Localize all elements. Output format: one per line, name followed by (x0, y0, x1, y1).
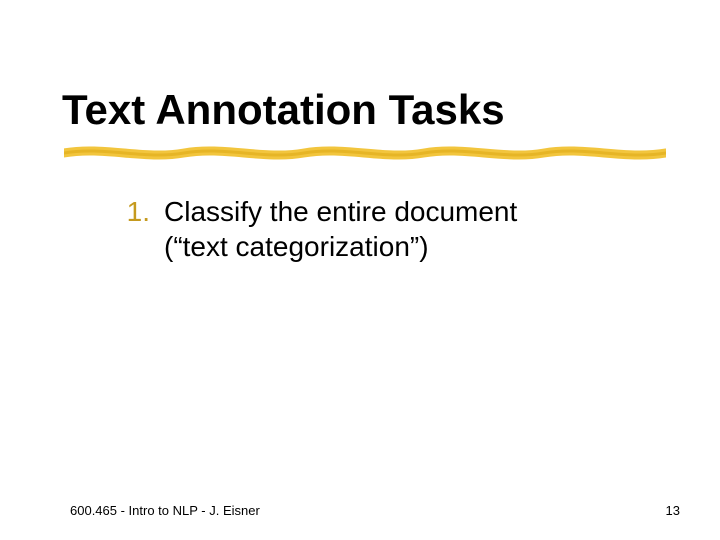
list-text-line2: (“text categorization”) (164, 231, 429, 262)
list-number: 1. (120, 194, 150, 229)
list-text-line1: Classify the entire document (164, 196, 517, 227)
title-underline (64, 142, 666, 164)
list-text: Classify the entire document (“text cate… (164, 194, 517, 264)
list-item: 1. Classify the entire document (“text c… (120, 194, 620, 264)
slide: Text Annotation Tasks 1. Classify the en… (0, 0, 720, 540)
footer-left: 600.465 - Intro to NLP - J. Eisner (70, 503, 260, 518)
slide-title: Text Annotation Tasks (62, 86, 505, 134)
numbered-list: 1. Classify the entire document (“text c… (120, 194, 620, 264)
slide-number: 13 (666, 503, 680, 518)
